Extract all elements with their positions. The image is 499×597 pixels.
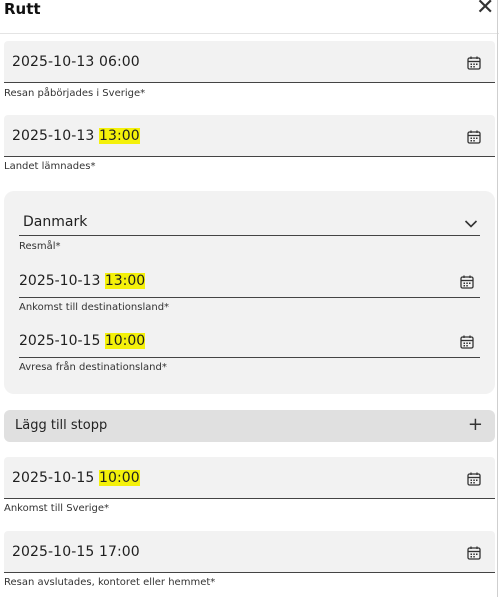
add-stop-label: Lägg till stopp xyxy=(15,418,108,433)
calendar-icon[interactable] xyxy=(467,129,481,148)
trip-end-date: 2025-10-15 xyxy=(12,544,95,560)
calendar-icon[interactable] xyxy=(467,55,481,74)
trip-start-caption: Resan påbörjades i Sverige* xyxy=(4,88,146,99)
close-icon[interactable]: ✕ xyxy=(476,0,494,19)
country-left-date: 2025-10-13 xyxy=(12,128,95,144)
arrival-sweden-field[interactable]: 2025-10-15 10:00 xyxy=(4,457,495,499)
arrival-sweden-date: 2025-10-15 xyxy=(12,470,95,486)
arrival-sweden-value: 2025-10-15 10:00 xyxy=(12,470,140,486)
trip-start-field[interactable]: 2025-10-13 06:00 xyxy=(4,41,495,83)
country-left-caption: Landet lämnades* xyxy=(4,161,96,172)
destination-departure-time: 10:00 xyxy=(104,333,146,349)
destination-departure-value: 2025-10-15 10:00 xyxy=(19,333,146,349)
destination-departure-date: 2025-10-15 xyxy=(19,333,101,349)
destination-departure-caption: Avresa från destinationsland* xyxy=(19,362,167,373)
calendar-icon[interactable] xyxy=(467,471,481,490)
dialog-header: Rutt ✕ xyxy=(0,0,499,26)
destination-group: Danmark Resmål* 2025-10-13 13:00 Ankomst… xyxy=(4,191,495,394)
trip-end-time: 17:00 xyxy=(98,544,140,560)
dialog-title: Rutt xyxy=(4,0,41,18)
calendar-icon[interactable] xyxy=(467,545,481,564)
destination-arrival-field[interactable]: 2025-10-13 13:00 xyxy=(19,264,480,298)
trip-start-date: 2025-10-13 xyxy=(12,54,95,70)
plus-icon: + xyxy=(467,414,483,435)
header-divider xyxy=(0,33,499,34)
add-stop-button[interactable]: Lägg till stopp + xyxy=(4,410,495,442)
trip-end-value: 2025-10-15 17:00 xyxy=(12,544,140,560)
trip-start-value: 2025-10-13 06:00 xyxy=(12,54,140,70)
destination-departure-field[interactable]: 2025-10-15 10:00 xyxy=(19,324,480,358)
destination-arrival-caption: Ankomst till destinationsland* xyxy=(19,302,170,313)
destination-country-select[interactable]: Danmark xyxy=(19,202,480,236)
calendar-icon[interactable] xyxy=(460,274,474,293)
arrival-sweden-time: 10:00 xyxy=(98,470,140,486)
trip-start-time: 06:00 xyxy=(98,54,140,70)
destination-arrival-date: 2025-10-13 xyxy=(19,273,101,289)
destination-arrival-value: 2025-10-13 13:00 xyxy=(19,273,146,289)
panel-edge xyxy=(497,0,498,597)
chevron-down-icon[interactable] xyxy=(464,214,478,233)
country-left-field[interactable]: 2025-10-13 13:00 xyxy=(4,115,495,157)
destination-country-caption: Resmål* xyxy=(19,241,61,252)
destination-country-value: Danmark xyxy=(23,214,88,230)
trip-end-field[interactable]: 2025-10-15 17:00 xyxy=(4,531,495,573)
arrival-sweden-caption: Ankomst till Sverige* xyxy=(4,503,110,514)
country-left-value: 2025-10-13 13:00 xyxy=(12,128,140,144)
destination-arrival-time: 13:00 xyxy=(104,273,146,289)
trip-end-caption: Resan avslutades, kontoret eller hemmet* xyxy=(4,577,216,588)
country-left-time: 13:00 xyxy=(98,128,140,144)
calendar-icon[interactable] xyxy=(460,334,474,353)
